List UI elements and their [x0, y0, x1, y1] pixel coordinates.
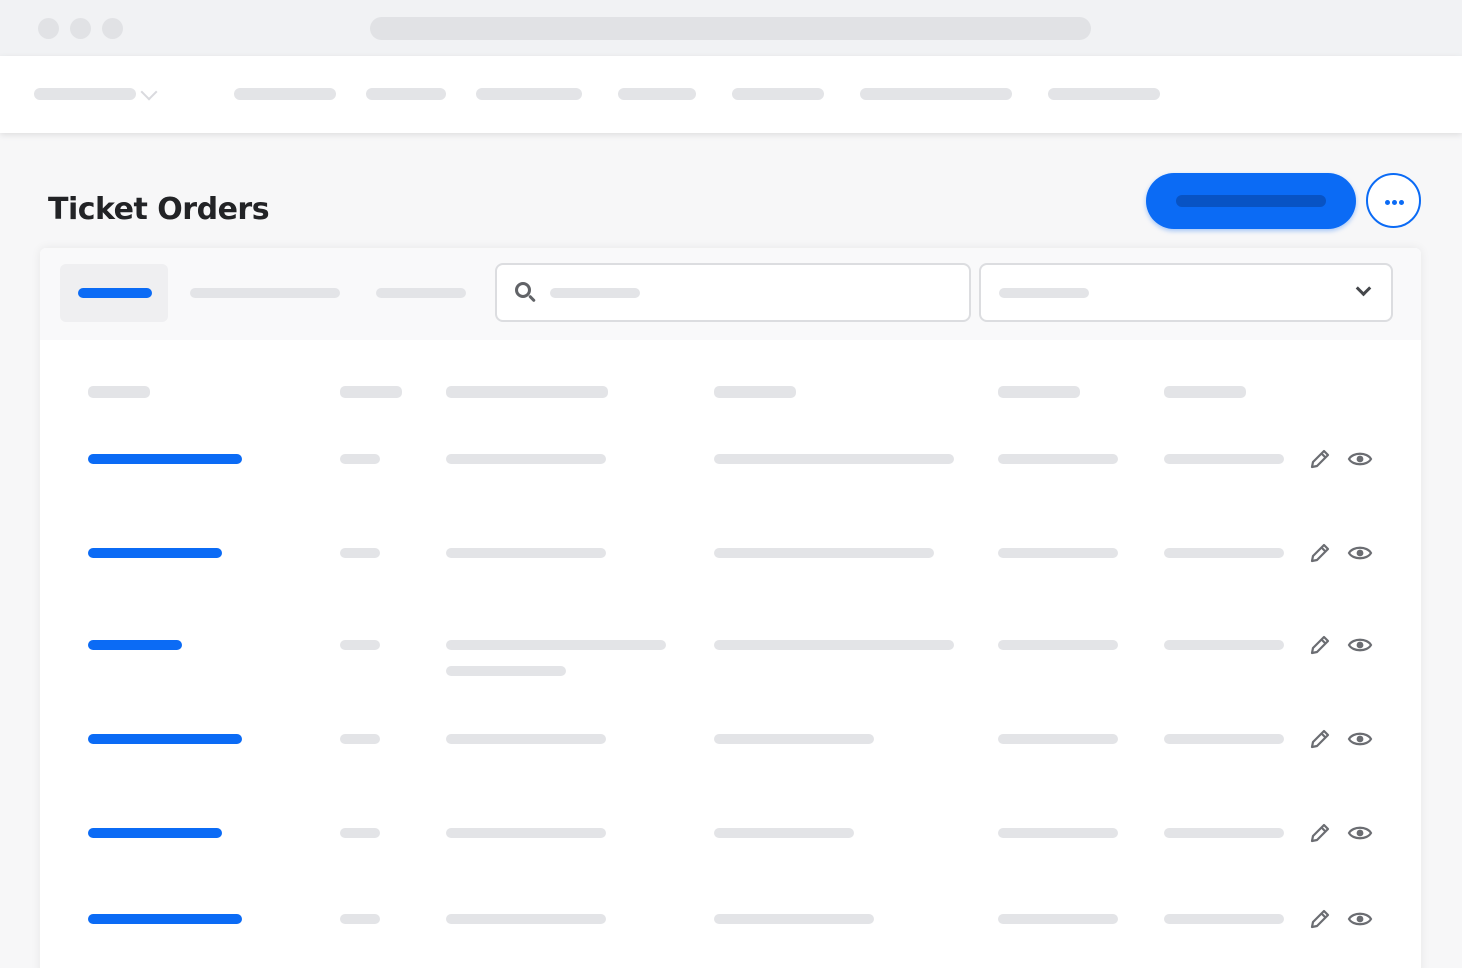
search-placeholder	[550, 288, 640, 298]
date-cell	[998, 454, 1118, 464]
order-link[interactable]	[88, 734, 242, 744]
order-link[interactable]	[88, 828, 222, 838]
tab-all[interactable]	[60, 264, 168, 322]
edit-button[interactable]	[1306, 539, 1334, 567]
nav-item-2[interactable]	[366, 88, 446, 100]
buyer-cell	[714, 640, 954, 650]
eye-icon	[1347, 541, 1373, 565]
page-title: Ticket Orders	[48, 192, 270, 227]
browser-chrome	[0, 0, 1462, 56]
event-cell-line-2	[446, 666, 566, 676]
tab-all-label	[78, 288, 152, 298]
buyer-cell	[714, 548, 934, 558]
window-minimize-dot[interactable]	[70, 18, 91, 39]
total-cell	[1164, 548, 1284, 558]
nav-item-7[interactable]	[1048, 88, 1160, 100]
view-button[interactable]	[1346, 819, 1374, 847]
tab-2[interactable]	[190, 288, 340, 298]
tab-3[interactable]	[376, 288, 466, 298]
column-header-2[interactable]	[340, 386, 402, 398]
more-options-button[interactable]	[1366, 173, 1421, 228]
top-navigation	[0, 56, 1462, 133]
eye-icon	[1347, 447, 1373, 471]
window-close-dot[interactable]	[38, 18, 59, 39]
view-button[interactable]	[1346, 631, 1374, 659]
quantity-cell	[340, 734, 380, 744]
orders-toolbar	[40, 248, 1421, 340]
event-cell	[446, 914, 606, 924]
create-order-button[interactable]	[1146, 173, 1356, 229]
pencil-icon	[1308, 447, 1332, 471]
column-header-1[interactable]	[88, 386, 150, 398]
filter-selected-value	[999, 288, 1089, 298]
order-link[interactable]	[88, 548, 222, 558]
nav-item-3[interactable]	[476, 88, 582, 100]
date-cell	[998, 640, 1118, 650]
view-button[interactable]	[1346, 539, 1374, 567]
date-cell	[998, 828, 1118, 838]
buyer-cell	[714, 914, 874, 924]
buyer-cell	[714, 454, 954, 464]
search-input[interactable]	[495, 263, 971, 322]
edit-button[interactable]	[1306, 725, 1334, 753]
pencil-icon	[1308, 633, 1332, 657]
eye-icon	[1347, 907, 1373, 931]
total-cell	[1164, 828, 1284, 838]
column-header-5[interactable]	[998, 386, 1080, 398]
edit-button[interactable]	[1306, 631, 1334, 659]
total-cell	[1164, 640, 1284, 650]
filter-dropdown[interactable]	[979, 263, 1393, 322]
nav-item-5[interactable]	[732, 88, 824, 100]
pencil-icon	[1308, 821, 1332, 845]
total-cell	[1164, 914, 1284, 924]
org-switcher[interactable]	[34, 88, 136, 100]
order-link[interactable]	[88, 454, 242, 464]
event-cell	[446, 548, 606, 558]
eye-icon	[1347, 633, 1373, 657]
buyer-cell	[714, 734, 874, 744]
nav-item-6[interactable]	[860, 88, 1012, 100]
quantity-cell	[340, 914, 380, 924]
order-link[interactable]	[88, 640, 182, 650]
nav-item-1[interactable]	[234, 88, 336, 100]
eye-icon	[1347, 821, 1373, 845]
total-cell	[1164, 454, 1284, 464]
chevron-down-icon[interactable]	[140, 83, 158, 101]
column-header-4[interactable]	[714, 386, 796, 398]
column-header-6[interactable]	[1164, 386, 1246, 398]
window-maximize-dot[interactable]	[102, 18, 123, 39]
chevron-down-icon	[1355, 280, 1372, 297]
view-button[interactable]	[1346, 725, 1374, 753]
quantity-cell	[340, 640, 380, 650]
event-cell	[446, 454, 606, 464]
order-link[interactable]	[88, 914, 242, 924]
edit-button[interactable]	[1306, 905, 1334, 933]
quantity-cell	[340, 828, 380, 838]
column-header-3[interactable]	[446, 386, 608, 398]
pencil-icon	[1308, 541, 1332, 565]
event-cell	[446, 640, 666, 650]
view-button[interactable]	[1346, 445, 1374, 473]
total-cell	[1164, 734, 1284, 744]
view-button[interactable]	[1346, 905, 1374, 933]
orders-card	[40, 248, 1421, 968]
event-cell	[446, 828, 606, 838]
edit-button[interactable]	[1306, 819, 1334, 847]
event-cell	[446, 734, 606, 744]
buyer-cell	[714, 828, 854, 838]
date-cell	[998, 734, 1118, 744]
pencil-icon	[1308, 727, 1332, 751]
nav-item-4[interactable]	[618, 88, 696, 100]
eye-icon	[1347, 727, 1373, 751]
pencil-icon	[1308, 907, 1332, 931]
quantity-cell	[340, 548, 380, 558]
edit-button[interactable]	[1306, 445, 1334, 473]
quantity-cell	[340, 454, 380, 464]
create-order-button-label	[1176, 195, 1326, 207]
date-cell	[998, 914, 1118, 924]
date-cell	[998, 548, 1118, 558]
address-bar[interactable]	[370, 17, 1091, 40]
